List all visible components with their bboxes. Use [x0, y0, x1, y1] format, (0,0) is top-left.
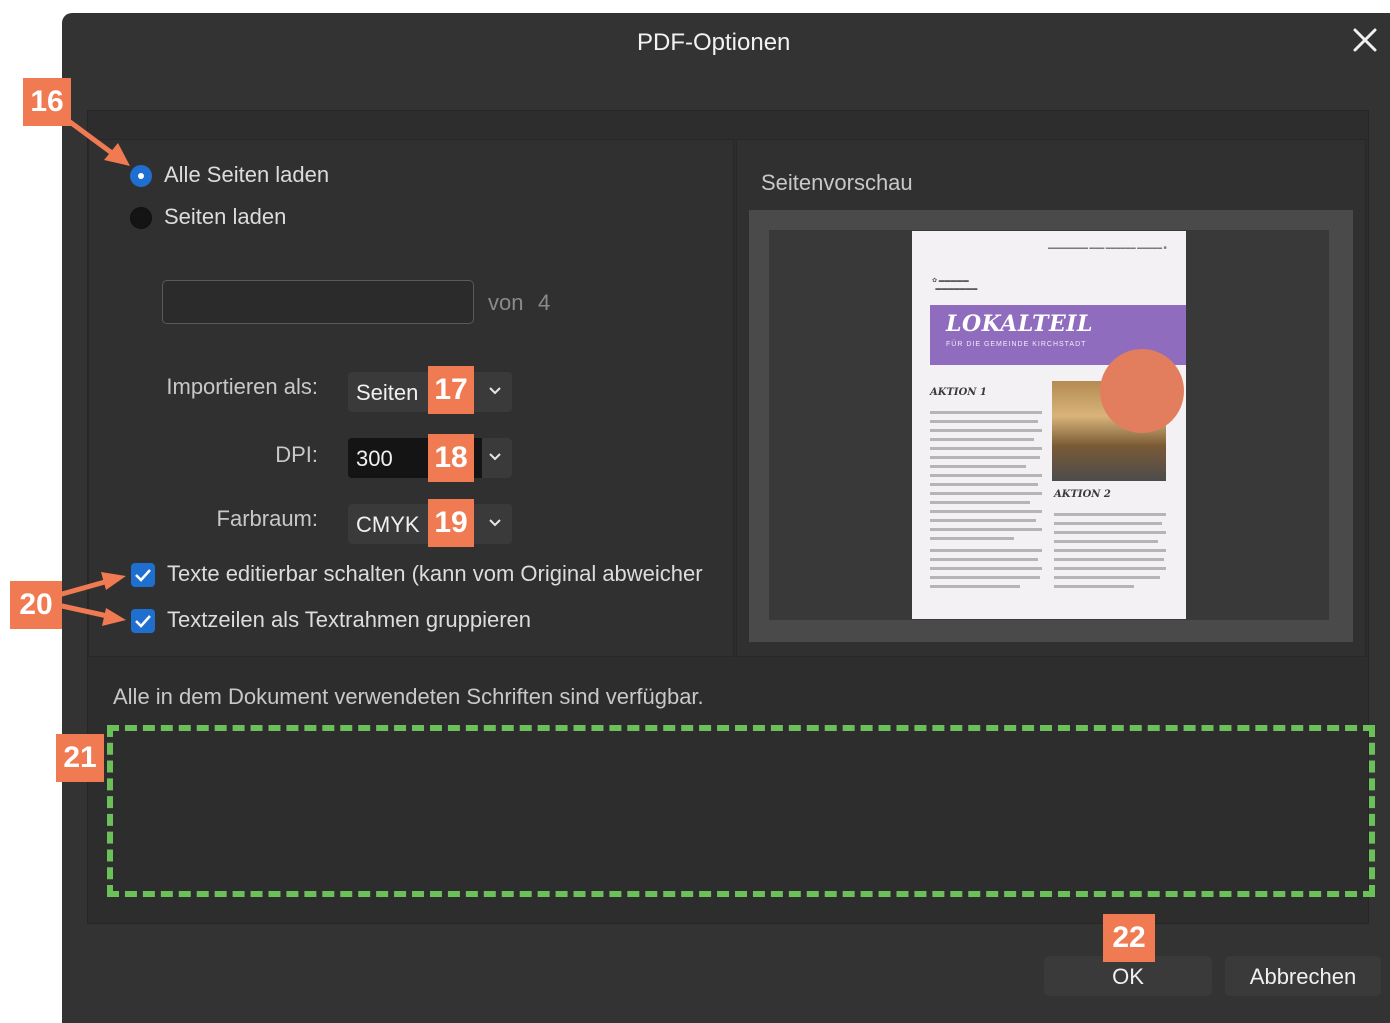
- font-status-message: Alle in dem Dokument verwendeten Schrift…: [113, 684, 704, 709]
- chevron-down-icon: [489, 387, 501, 395]
- editable-text-checkbox[interactable]: [131, 563, 155, 587]
- marker-17: 17: [428, 366, 474, 414]
- marker-16: 16: [23, 78, 71, 126]
- colorspace-value: CMYK: [356, 512, 420, 537]
- marker-18: 18: [428, 434, 474, 482]
- page-thumbnail: ▬▬▬▬▬▬▬▬ ▬▬▬ ▬▬▬▬▬▬ ▬▬▬▬▬ ■ ✿ ▬▬▬▬▬ ▬▬▬▬…: [912, 231, 1186, 619]
- marker-21: 21: [56, 734, 104, 782]
- marker-20: 20: [10, 581, 62, 629]
- marker-19: 19: [428, 499, 474, 547]
- page-preview-panel: Seitenvorschau ▬▬▬▬▬▬▬▬ ▬▬▬ ▬▬▬▬▬▬ ▬▬▬▬▬…: [736, 139, 1366, 657]
- cancel-button[interactable]: Abbrechen: [1225, 956, 1381, 996]
- checkmark-icon: [135, 615, 151, 628]
- editable-text-label: Texte editierbar schalten (kann vom Orig…: [167, 561, 703, 586]
- thumbnail-subtitle: FÜR DIE GEMEINDE KIRCHSTADT: [946, 341, 1087, 348]
- thumbnail-badge: [1100, 349, 1184, 433]
- of-label: von: [488, 290, 524, 315]
- highlight-area: [107, 725, 1375, 897]
- title-bar: PDF-Optionen: [62, 13, 1390, 73]
- radio-page-range[interactable]: [130, 207, 152, 229]
- checkmark-icon: [135, 569, 151, 582]
- chevron-down-icon: [489, 453, 501, 461]
- thumbnail-logo: ✿ ▬▬▬▬▬ ▬▬▬▬▬▬▬: [932, 278, 978, 292]
- preview-label: Seitenvorschau: [761, 170, 913, 195]
- dpi-label: DPI:: [275, 442, 318, 467]
- preview-frame: ▬▬▬▬▬▬▬▬ ▬▬▬ ▬▬▬▬▬▬ ▬▬▬▬▬ ■ ✿ ▬▬▬▬▬ ▬▬▬▬…: [749, 210, 1353, 642]
- import-options-panel: Alle Seiten laden Seiten laden von 4 Imp…: [88, 139, 734, 657]
- page-range-label: Seiten laden: [164, 204, 287, 229]
- page-range-input[interactable]: [162, 280, 474, 324]
- dialog-title: PDF-Optionen: [637, 29, 791, 56]
- group-lines-checkbox[interactable]: [131, 609, 155, 633]
- marker-22: 22: [1103, 914, 1155, 962]
- ok-button[interactable]: OK: [1044, 956, 1212, 996]
- import-as-label: Importieren als:: [166, 374, 318, 399]
- radio-all-pages[interactable]: [130, 165, 152, 187]
- all-pages-label: Alle Seiten laden: [164, 162, 330, 187]
- thumbnail-heading-2: AKTION 2: [1054, 489, 1111, 500]
- page-count: 4: [538, 290, 551, 315]
- group-lines-label: Textzeilen als Textrahmen gruppieren: [167, 607, 532, 632]
- chevron-down-icon: [489, 519, 501, 527]
- dpi-value: 300: [356, 446, 393, 471]
- thumbnail-title: LOKALTEIL: [946, 311, 1094, 337]
- thumbnail-heading-1: AKTION 1: [930, 387, 987, 398]
- colorspace-label: Farbraum:: [216, 506, 318, 531]
- import-as-value: Seiten: [356, 380, 419, 405]
- close-icon[interactable]: [1352, 27, 1378, 53]
